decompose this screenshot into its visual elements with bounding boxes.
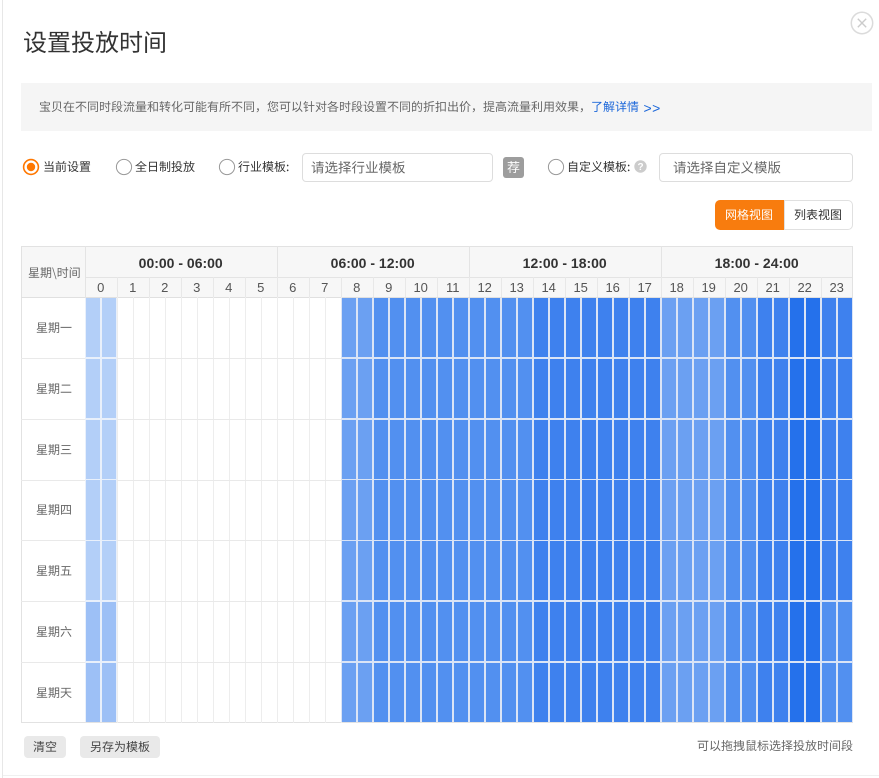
svg-text:?: ?	[637, 162, 643, 173]
